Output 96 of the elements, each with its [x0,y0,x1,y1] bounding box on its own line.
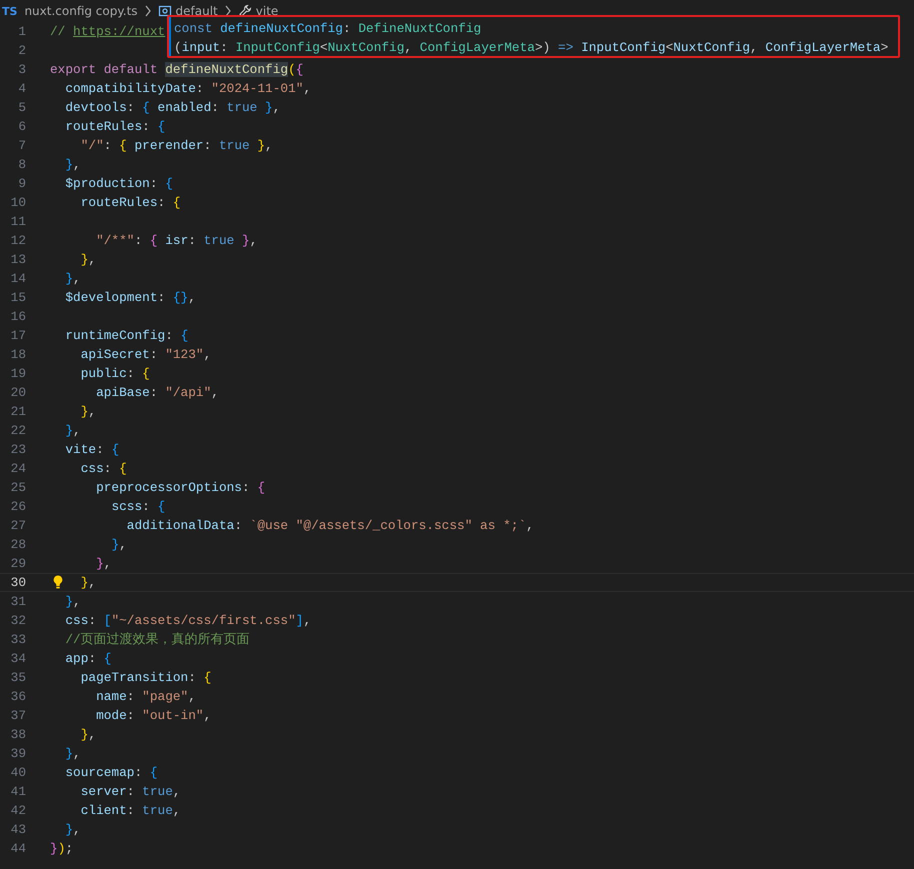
line-number: 42 [10,802,27,820]
code-line: export default defineNuxtConfig({ [50,62,304,77]
line-number: 11 [10,213,27,231]
line-number: 37 [10,707,27,725]
code-line: css: { [80,461,127,476]
line-number: 39 [10,745,27,763]
code-line: runtimeConfig: { [65,328,188,343]
code-line: compatibilityDate: "2024-11-01", [65,81,312,96]
code-line: app: { [65,651,112,666]
code-line: //页面过渡效果，真的所有页面 [65,632,250,647]
code-line: css: ["~/assets/css/first.css"], [65,613,312,628]
code-line: routeRules: { [80,195,181,210]
code-line: }, [80,252,96,267]
line-number: 23 [10,441,27,459]
code-line: apiSecret: "123", [80,347,212,362]
line-number: 41 [10,783,27,801]
line-number: 34 [10,650,27,668]
typescript-file-icon: TS [2,4,18,18]
code-line: client: true, [80,803,181,818]
breadcrumb-item[interactable]: default [176,4,218,18]
code-line: }, [80,404,96,419]
code-line: }, [65,746,81,761]
line-number: 19 [10,365,27,383]
line-number: 1 [17,23,27,41]
line-number: 17 [10,327,27,345]
line-number: 15 [10,289,27,307]
code-line: apiBase: "/api", [96,385,219,400]
line-number: 3 [17,61,27,79]
line-number: 24 [10,460,27,478]
line-number: 22 [10,422,27,440]
line-number: 8 [17,156,27,174]
line-number: 5 [17,99,27,117]
code-line: preprocessorOptions: { [96,480,266,495]
code-line: sourcemap: { [65,765,158,780]
code-line: }, [111,537,127,552]
code-line: }, [65,594,81,609]
code-line: routeRules: { [65,119,166,134]
wrench-icon [238,4,252,18]
code-line: "/**": { isr: true }, [96,233,258,248]
code-line: }, [80,575,96,590]
line-number: 10 [10,194,27,212]
chevron-right-icon [144,5,152,17]
line-number: 29 [10,555,27,573]
code-line: }); [50,841,74,856]
cube-icon [158,4,172,18]
code-line: $production: { [65,176,173,191]
code-line: $development: {}, [65,290,196,305]
line-number: 2 [17,42,27,60]
line-number: 20 [10,384,27,402]
line-number: 18 [10,346,27,364]
code-line: }, [96,556,112,571]
code-line: additionalData: `@use "@/assets/_colors.scss" as *;`, [126,518,534,533]
code-line: mode: "out-in", [96,708,212,723]
code-line: name: "page", [96,689,196,704]
line-number: 38 [10,726,27,744]
line-number: 7 [17,137,27,155]
line-number: 16 [10,308,27,326]
code-line: "/": { prerender: true }, [80,138,273,153]
line-number: 13 [10,251,27,269]
line-number: 14 [10,270,27,288]
line-number: 43 [10,821,27,839]
line-number: 4 [17,80,27,98]
line-number: 36 [10,688,27,706]
code-line: public: { [80,366,150,381]
line-number: 40 [10,764,27,782]
line-number: 6 [17,118,27,136]
line-number: 27 [10,517,27,535]
line-number: 31 [10,593,27,611]
code-line: pageTransition: { [80,670,212,685]
lightbulb-icon[interactable] [53,575,63,589]
code-line: }, [65,822,81,837]
line-number: 12 [10,232,27,250]
line-number: 9 [17,175,27,193]
signature-text: (input: InputConfig<NuxtConfig, ConfigLayerMeta>) => InputConfig<NuxtConfig, ConfigLayerMeta> [174,39,890,57]
signature-text: const defineNuxtConfig: DefineNuxtConfig [174,20,482,38]
line-number: 26 [10,498,27,516]
code-line: }, [80,727,96,742]
code-line: }, [65,271,81,286]
chevron-right-icon [224,5,232,17]
line-number: 35 [10,669,27,687]
code-line: scss: { [111,499,166,514]
line-number: 21 [10,403,27,421]
code-line: devtools: { enabled: true }, [65,100,280,115]
code-line: // https://nuxt [50,24,166,39]
code-line: server: true, [80,784,181,799]
code-line: vite: { [65,442,120,457]
line-number: 32 [10,612,27,630]
code-line: }, [65,423,81,438]
line-number: 44 [10,840,27,858]
line-number: 33 [10,631,27,649]
code-line: }, [65,157,81,172]
line-number: 25 [10,479,27,497]
breadcrumb-item[interactable]: vite [256,4,278,18]
line-number: 28 [10,536,27,554]
line-number: 30 [10,574,27,591]
breadcrumb-item[interactable]: nuxt.config copy.ts [24,4,138,18]
